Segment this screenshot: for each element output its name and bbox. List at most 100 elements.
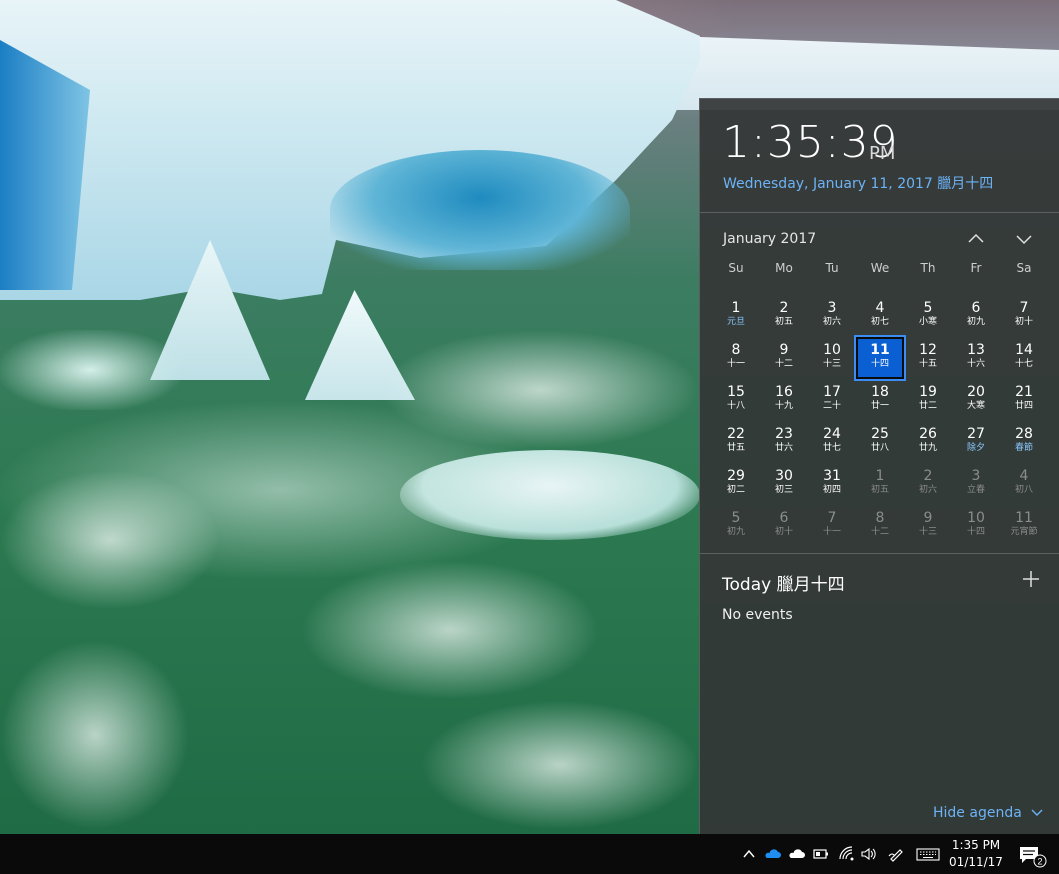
calendar-day[interactable]: 6 初九 <box>952 295 1000 337</box>
taskbar-date: 01/11/17 <box>949 855 1003 869</box>
calendar-day[interactable]: 4 初七 <box>856 295 904 337</box>
lunar-date: 初二 <box>726 485 745 495</box>
calendar-day[interactable]: 8 十一 <box>712 337 760 379</box>
calendar-day[interactable]: 27 除夕 <box>952 421 1000 463</box>
calendar-day[interactable]: 2 初六 <box>904 463 952 505</box>
calendar-day[interactable]: 18 廿一 <box>856 379 904 421</box>
calendar-day[interactable]: 3 立春 <box>952 463 1000 505</box>
previous-month-button[interactable] <box>963 227 989 251</box>
calendar-day[interactable]: 7 十一 <box>808 505 856 547</box>
onedrive-tray-button[interactable] <box>787 844 807 864</box>
lunar-date: 廿一 <box>870 401 889 411</box>
calendar-day[interactable]: 1 元旦 <box>712 295 760 337</box>
day-number: 17 <box>823 384 841 400</box>
calendar-day[interactable]: 14 十七 <box>1000 337 1048 379</box>
calendar-day[interactable]: 6 初十 <box>760 505 808 547</box>
calendar-day[interactable]: 20 大寒 <box>952 379 1000 421</box>
calendar-day[interactable]: 15 十八 <box>712 379 760 421</box>
lunar-date: 廿六 <box>774 443 793 453</box>
lunar-date: 廿四 <box>1014 401 1033 411</box>
wifi-icon <box>839 846 854 861</box>
calendar-day[interactable]: 25 廿八 <box>856 421 904 463</box>
calendar-day[interactable]: 24 廿七 <box>808 421 856 463</box>
day-number: 31 <box>823 468 841 484</box>
day-number: 18 <box>871 384 889 400</box>
onedrive-icon <box>765 849 781 858</box>
calendar-day[interactable]: 22 廿五 <box>712 421 760 463</box>
calendar-day[interactable]: 10 十四 <box>952 505 1000 547</box>
calendar-day[interactable]: 13 十六 <box>952 337 1000 379</box>
add-event-button[interactable] <box>1020 568 1042 590</box>
sea-foam <box>420 700 700 830</box>
action-center-button[interactable]: 2 <box>1012 840 1052 870</box>
lunar-date: 十一 <box>822 527 841 537</box>
day-number: 29 <box>727 468 745 484</box>
pen-icon <box>888 849 903 862</box>
long-date-link[interactable]: Wednesday, January 11, 2017 臘月十四 <box>723 173 993 193</box>
lunar-date: 元宵節 <box>1010 527 1038 537</box>
day-number: 7 <box>1019 300 1029 316</box>
day-number: 15 <box>727 384 745 400</box>
calendar-day[interactable]: 31 初四 <box>808 463 856 505</box>
day-number: 4 <box>1019 468 1029 484</box>
plus-icon <box>1023 571 1039 587</box>
battery-tray-button[interactable] <box>811 844 831 864</box>
keyboard-icon <box>916 848 940 861</box>
show-hidden-icons-button[interactable] <box>739 844 759 864</box>
calendar-day[interactable]: 17 二十 <box>808 379 856 421</box>
lunar-date: 廿八 <box>870 443 889 453</box>
day-number: 16 <box>775 384 793 400</box>
weekday-label: Mo <box>775 261 793 275</box>
calendar-day[interactable]: 26 廿九 <box>904 421 952 463</box>
calendar-day-today[interactable]: 11 十四 <box>854 335 906 381</box>
calendar-day[interactable]: 5 小寒 <box>904 295 952 337</box>
day-number: 2 <box>923 468 933 484</box>
calendar-day[interactable]: 12 十五 <box>904 337 952 379</box>
volume-tray-button[interactable] <box>859 844 879 864</box>
calendar-day[interactable]: 11 元宵節 <box>1000 505 1048 547</box>
network-tray-button[interactable] <box>837 844 857 864</box>
onedrive-tray-button[interactable] <box>763 844 783 864</box>
calendar-day[interactable]: 19 廿二 <box>904 379 952 421</box>
hide-agenda-button[interactable]: Hide agenda <box>933 805 1044 821</box>
calendar-day[interactable]: 4 初八 <box>1000 463 1048 505</box>
calendar-day[interactable]: 29 初二 <box>712 463 760 505</box>
lunar-date: 十二 <box>774 359 793 369</box>
day-number: 25 <box>871 426 889 442</box>
taskbar-clock[interactable]: 1:35 PM 01/11/17 <box>944 837 1008 871</box>
calendar-day[interactable]: 1 初五 <box>856 463 904 505</box>
taskbar: 1:35 PM 01/11/17 2 <box>0 834 1059 874</box>
lunar-date: 初十 <box>774 527 793 537</box>
calendar-day[interactable]: 9 十三 <box>904 505 952 547</box>
notification-icon: 2 <box>1020 847 1047 868</box>
calendar-day[interactable]: 8 十二 <box>856 505 904 547</box>
next-month-button[interactable] <box>1011 227 1037 251</box>
windows-ink-button[interactable] <box>886 844 906 864</box>
calendar-day[interactable]: 3 初六 <box>808 295 856 337</box>
month-label[interactable]: January 2017 <box>723 231 816 247</box>
calendar-day[interactable]: 16 十九 <box>760 379 808 421</box>
calendar-day[interactable]: 21 廿四 <box>1000 379 1048 421</box>
taskbar-time: 1:35 PM <box>951 838 1001 852</box>
calendar-day[interactable]: 2 初五 <box>760 295 808 337</box>
day-number: 8 <box>731 342 741 358</box>
lunar-date: 初六 <box>822 317 841 327</box>
calendar-day[interactable]: 9 十二 <box>760 337 808 379</box>
weekday-label: Tu <box>825 261 839 275</box>
calendar-week-row: 15 十八 16 十九 17 二十 18 廿一 19 廿二 20 大寒 21 廿四 <box>712 379 1048 421</box>
day-number: 13 <box>967 342 985 358</box>
calendar-day[interactable]: 10 十三 <box>808 337 856 379</box>
weekday-label: Th <box>920 261 936 275</box>
calendar-day[interactable]: 28 春節 <box>1000 421 1048 463</box>
day-number: 3 <box>827 300 837 316</box>
touch-keyboard-button[interactable] <box>915 844 941 864</box>
calendar-day[interactable]: 5 初九 <box>712 505 760 547</box>
day-number: 2 <box>779 300 789 316</box>
day-number: 7 <box>827 510 837 526</box>
calendar-day[interactable]: 30 初三 <box>760 463 808 505</box>
calendar-day[interactable]: 23 廿六 <box>760 421 808 463</box>
calendar-day[interactable]: 7 初十 <box>1000 295 1048 337</box>
sea-foam <box>380 330 700 450</box>
lunar-date: 十四 <box>966 527 985 537</box>
day-number: 4 <box>875 300 885 316</box>
